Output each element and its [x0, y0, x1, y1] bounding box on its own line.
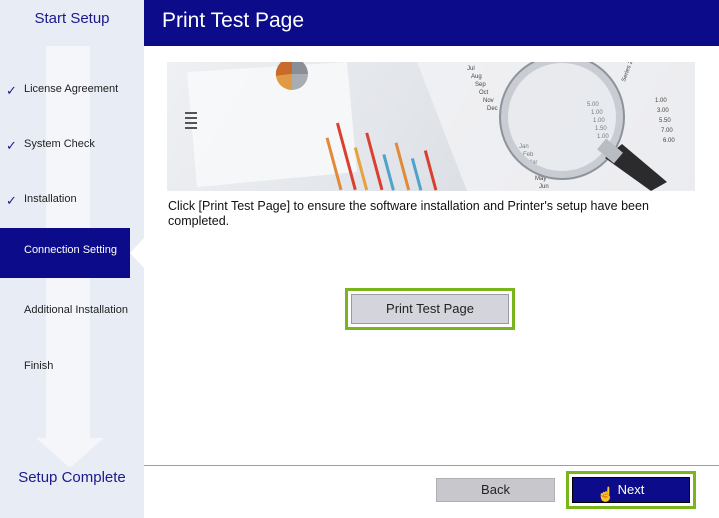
current-step-pointer	[130, 238, 144, 268]
page-header: Print Test Page	[144, 0, 719, 46]
hero-illustration: Jul Aug Sep Oct Nov Dec Jan Feb Mar Apr …	[185, 62, 695, 191]
step-label: Connection Setting	[24, 244, 117, 256]
value-label: 6.00	[663, 138, 675, 144]
sidebar-footer: Setup Complete	[18, 469, 126, 486]
value-label: 7.00	[661, 128, 673, 134]
step-license-agreement: ✓ License Agreement	[0, 70, 144, 110]
hand-cursor-icon: ☝	[597, 486, 615, 502]
value-label: 1.00	[655, 98, 667, 104]
step-label: System Check	[24, 138, 95, 150]
checkmark-icon: ✓	[6, 83, 17, 98]
next-button-label: Next	[617, 482, 645, 497]
print-test-page-button[interactable]: Print Test Page	[351, 294, 509, 324]
value-label: 5.50	[659, 118, 671, 124]
next-button-highlight: ☝ Next	[566, 471, 696, 509]
next-button[interactable]: ☝ Next	[572, 477, 690, 503]
checkmark-icon: ✓	[6, 193, 17, 208]
print-button-highlight: Print Test Page	[345, 288, 515, 330]
step-label: License Agreement	[24, 83, 119, 95]
month-label: Nov	[483, 98, 494, 104]
step-label: Installation	[24, 193, 77, 205]
month-label: Oct	[479, 90, 489, 96]
step-connection-setting: Connection Setting	[0, 228, 144, 278]
month-label: Jun	[539, 184, 549, 190]
step-label: Additional Installation	[24, 304, 128, 316]
month-label: Jul	[467, 66, 475, 72]
step-finish: Finish	[0, 347, 144, 387]
checkmark-icon: ✓	[6, 138, 17, 153]
hero-image: Jul Aug Sep Oct Nov Dec Jan Feb Mar Apr …	[167, 62, 695, 191]
instruction-text: Click [Print Test Page] to ensure the so…	[168, 199, 649, 228]
step-installation: ✓ Installation	[0, 180, 144, 220]
page-title: Print Test Page	[162, 9, 305, 32]
step-label: Finish	[24, 360, 54, 372]
progress-arrow-head	[36, 438, 104, 468]
footer-divider	[144, 465, 719, 466]
month-label: Sep	[475, 82, 486, 88]
month-label: Dec	[487, 106, 498, 112]
step-system-check: ✓ System Check	[0, 125, 144, 165]
month-label: Aug	[471, 74, 482, 80]
step-additional-installation: Additional Installation	[0, 291, 144, 331]
back-button[interactable]: Back	[436, 478, 555, 502]
setup-sidebar: Start Setup ✓ License Agreement ✓ System…	[0, 0, 144, 518]
sidebar-title: Start Setup	[34, 10, 110, 27]
value-label: 3.00	[657, 108, 669, 114]
